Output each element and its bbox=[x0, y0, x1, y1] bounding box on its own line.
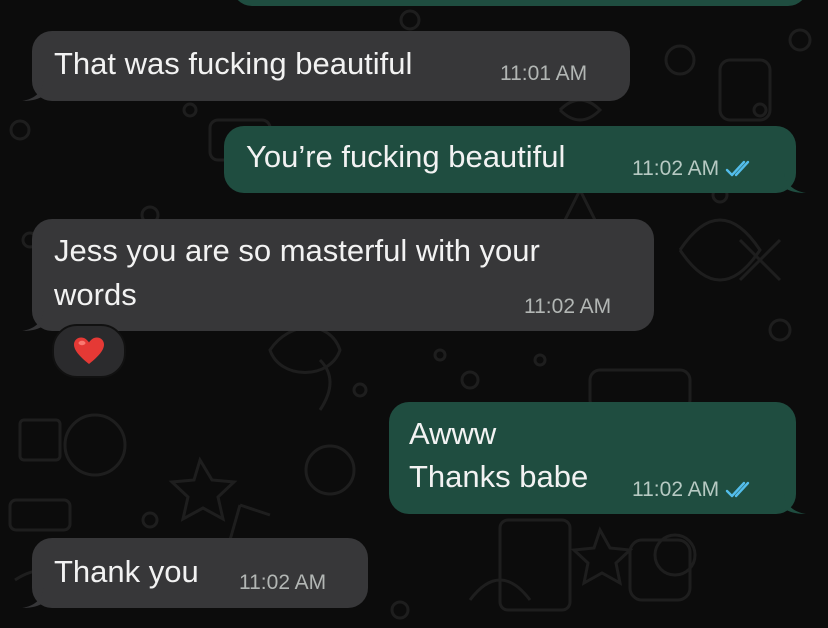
double-check-read-icon bbox=[725, 160, 750, 177]
message-timestamp: 11:01 AM bbox=[500, 62, 587, 86]
bubble-tail bbox=[22, 81, 44, 101]
message-timestamp: 11:02 AM bbox=[239, 571, 326, 595]
bubble-tail bbox=[784, 173, 806, 193]
chat-view: That was fucking beautiful 11:01 AM You’… bbox=[0, 0, 828, 628]
message-bubble-outgoing[interactable]: Awww Thanks babe 11:02 AM bbox=[389, 402, 806, 514]
message-bubble-outgoing-partial[interactable] bbox=[232, 0, 808, 6]
double-check-read-icon bbox=[725, 481, 750, 498]
message-text: You’re fucking beautiful bbox=[246, 139, 566, 174]
timestamp-label: 11:02 AM bbox=[632, 157, 720, 180]
timestamp-label: 11:02 AM bbox=[632, 478, 720, 501]
message-text-line: Thanks babe bbox=[409, 459, 589, 494]
message-bubble-incoming[interactable]: That was fucking beautiful 11:01 AM bbox=[22, 31, 630, 101]
timestamp-label: 11:01 AM bbox=[500, 62, 588, 85]
message-reaction[interactable] bbox=[52, 324, 126, 378]
bubble-tail bbox=[784, 494, 806, 514]
message-text: That was fucking beautiful bbox=[54, 46, 413, 81]
message-bubble-incoming[interactable]: Jess you are so masterful with your word… bbox=[22, 219, 654, 331]
heart-emoji-icon bbox=[74, 337, 104, 364]
message-text: Thank you bbox=[54, 554, 199, 589]
message-text-line: Jess you are so masterful with your bbox=[54, 233, 540, 268]
timestamp-label: 11:02 AM bbox=[239, 571, 327, 594]
message-bubble-incoming[interactable]: Thank you 11:02 AM bbox=[22, 538, 368, 608]
message-bubble-outgoing[interactable]: You’re fucking beautiful 11:02 AM bbox=[224, 126, 806, 193]
timestamp-label: 11:02 AM bbox=[524, 295, 612, 318]
message-text-line: Awww bbox=[409, 416, 497, 451]
message-timestamp: 11:02 AM bbox=[632, 478, 755, 502]
bubble-tail bbox=[22, 588, 44, 608]
message-text-line: words bbox=[54, 277, 137, 312]
bubble-tail bbox=[22, 311, 44, 331]
message-timestamp: 11:02 AM bbox=[632, 157, 755, 181]
message-timestamp: 11:02 AM bbox=[524, 295, 611, 319]
